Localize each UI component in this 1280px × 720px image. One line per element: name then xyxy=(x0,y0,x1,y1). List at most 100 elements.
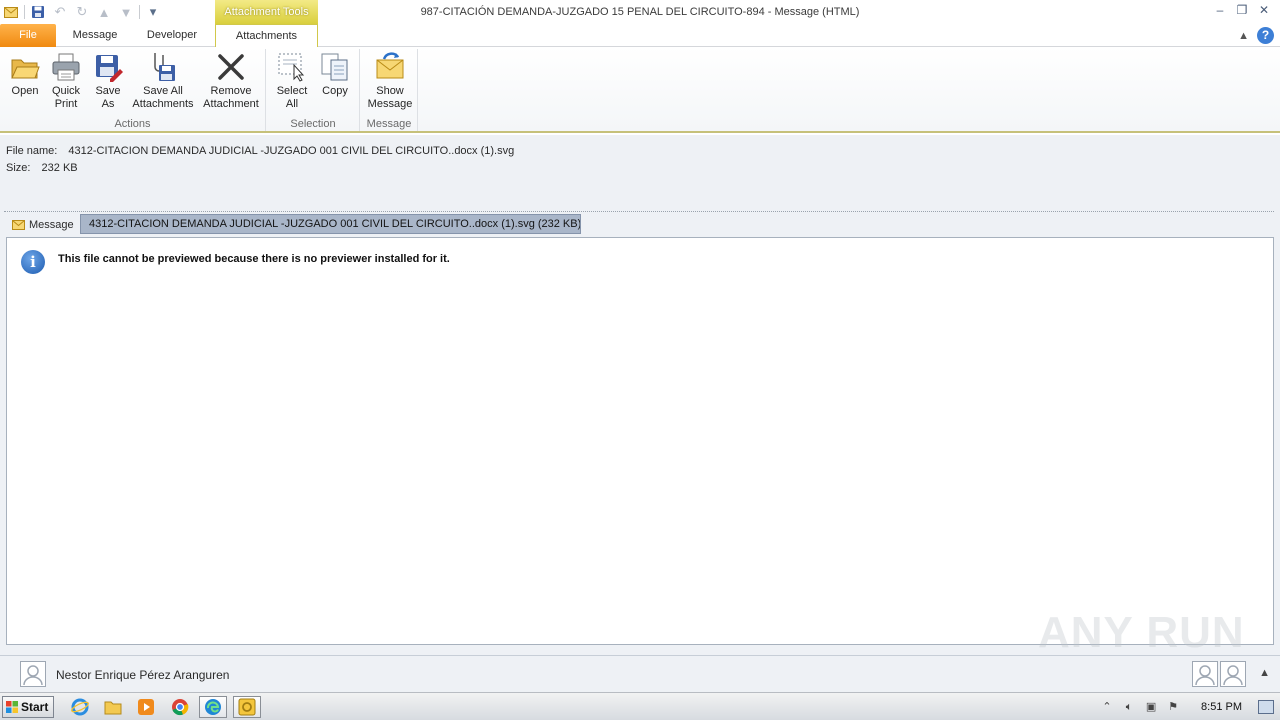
clock[interactable]: 8:51 PM xyxy=(1201,701,1242,713)
help-icon[interactable]: ? xyxy=(1257,27,1274,44)
message-group: Show Message Message xyxy=(361,49,418,131)
collapse-ribbon-icon[interactable]: ▲ xyxy=(1238,30,1249,42)
save-icon[interactable] xyxy=(29,3,47,21)
size-value: 232 KB xyxy=(41,162,78,174)
internet-explorer-taskbar-button[interactable] xyxy=(66,696,94,718)
customize-toolbar-icon[interactable]: ▾ xyxy=(144,3,162,21)
restore-icon[interactable]: ❐ xyxy=(1234,2,1250,18)
size-label: Size: xyxy=(6,162,31,174)
edge-icon xyxy=(205,699,221,715)
preview-message: This file cannot be previewed because th… xyxy=(58,253,450,265)
toolbar-separator xyxy=(139,5,140,19)
save-as-label: Save As xyxy=(95,85,121,110)
file-name-row: File name: 4312-CITACION DEMANDA JUDICIA… xyxy=(6,145,514,157)
actions-group-label: Actions xyxy=(114,118,151,130)
show-message-envelope-icon xyxy=(374,51,406,83)
open-label: Open xyxy=(11,85,39,97)
tab-message[interactable]: Message xyxy=(60,24,130,47)
message-envelope-icon xyxy=(12,219,25,230)
message-item[interactable]: Message xyxy=(12,216,74,233)
remove-attachment-label: Remove Attachment xyxy=(203,85,259,110)
system-tray: ⌃ 🔈︎ ▣ ⚑ 8:51 PM xyxy=(1099,693,1280,720)
windows-flag-icon xyxy=(6,701,18,713)
select-all-button[interactable]: Select All xyxy=(273,51,311,111)
file-explorer-taskbar-button[interactable] xyxy=(99,696,127,718)
show-hidden-icons-icon[interactable]: ⌃ xyxy=(1099,699,1115,715)
attachment-item-selected[interactable]: 4312-CITACION DEMANDA JUDICIAL -JUZGADO … xyxy=(80,214,581,234)
window-title: 987-CITACIÓN DEMANDA-JUZGADO 15 PENAL DE… xyxy=(420,6,860,18)
sender-name[interactable]: Nestor Enrique Pérez Aranguren xyxy=(56,668,229,682)
message-group-label: Message xyxy=(366,118,412,130)
attachment-strip: Message 4312-CITACION DEMANDA JUDICIAL -… xyxy=(0,213,1280,235)
media-player-icon xyxy=(138,699,154,715)
window-controls: – ❐ ✕ xyxy=(1212,2,1272,18)
previous-item-icon[interactable]: ▲ xyxy=(95,3,113,21)
preview-container: i This file cannot be previewed because … xyxy=(0,235,1280,655)
attachment-tools-context-label: Attachment Tools xyxy=(215,0,318,24)
show-message-label: Show Message xyxy=(367,85,413,110)
show-desktop-icon[interactable] xyxy=(1258,699,1274,714)
open-button[interactable]: Open xyxy=(6,51,44,98)
quick-access-toolbar: ↶ ↻ ▲ ▼ ▾ xyxy=(2,3,162,21)
edge-taskbar-button[interactable] xyxy=(199,696,227,718)
outlook-envelope-icon[interactable] xyxy=(2,3,20,21)
save-as-button[interactable]: Save As xyxy=(89,51,127,111)
volume-icon[interactable]: 🔈︎ xyxy=(1121,699,1137,715)
save-as-icon xyxy=(92,51,124,83)
network-icon[interactable]: ▣ xyxy=(1143,699,1159,715)
actions-group: Open Quick Print Save As Save All Attach… xyxy=(0,49,266,131)
info-icon: i xyxy=(21,250,45,274)
remove-attachment-button[interactable]: Remove Attachment xyxy=(199,51,263,111)
start-button[interactable]: Start xyxy=(2,696,54,718)
tab-attachments[interactable]: Attachments xyxy=(215,24,318,48)
save-all-label: Save All Attachments xyxy=(132,85,194,110)
open-folder-icon xyxy=(9,51,41,83)
folder-icon xyxy=(104,701,122,715)
save-all-attachments-icon xyxy=(147,51,179,83)
chrome-taskbar-button[interactable] xyxy=(166,696,194,718)
outlook-icon xyxy=(238,698,256,716)
ribbon-right-controls: ▲ ? xyxy=(1238,27,1274,44)
minimize-icon[interactable]: – xyxy=(1212,2,1228,18)
printer-icon xyxy=(50,51,82,83)
copy-button[interactable]: Copy xyxy=(316,51,354,98)
undo-icon[interactable]: ↶ xyxy=(51,3,69,21)
toolbar-separator xyxy=(24,5,25,19)
tab-file[interactable]: File xyxy=(0,24,56,47)
media-player-taskbar-button[interactable] xyxy=(132,696,160,718)
attachment-header: File name: 4312-CITACION DEMANDA JUDICIA… xyxy=(0,135,1280,213)
show-message-button[interactable]: Show Message xyxy=(365,51,415,111)
contact-avatar[interactable] xyxy=(1192,661,1218,687)
quick-print-button[interactable]: Quick Print xyxy=(47,51,85,111)
selection-group-label: Selection xyxy=(290,118,336,130)
attachment-item-label: 4312-CITACION DEMANDA JUDICIAL -JUZGADO … xyxy=(89,218,581,230)
save-all-attachments-button[interactable]: Save All Attachments xyxy=(130,51,196,111)
next-item-icon[interactable]: ▼ xyxy=(117,3,135,21)
preview-pane: i This file cannot be previewed because … xyxy=(6,237,1274,645)
action-center-flag-icon[interactable]: ⚑ xyxy=(1165,699,1181,715)
selection-group: Select All Copy Selection xyxy=(267,49,360,131)
file-name-value: 4312-CITACION DEMANDA JUDICIAL -JUZGADO … xyxy=(68,145,515,157)
outlook-taskbar-button[interactable] xyxy=(233,696,261,718)
anyrun-watermark: ANY RUN xyxy=(1038,608,1245,657)
internet-explorer-icon xyxy=(71,698,89,716)
copy-icon xyxy=(319,51,351,83)
chrome-icon xyxy=(172,699,189,716)
title-bar: ↶ ↻ ▲ ▼ ▾ Attachment Tools 987-CITACIÓN … xyxy=(0,0,1280,24)
remove-x-icon xyxy=(215,51,247,83)
select-all-label: Select All xyxy=(276,85,308,110)
quick-print-label: Quick Print xyxy=(51,85,81,110)
expand-people-pane-icon[interactable]: ▲ xyxy=(1259,667,1270,679)
close-icon[interactable]: ✕ xyxy=(1256,2,1272,18)
copy-label: Copy xyxy=(322,85,348,97)
file-name-label: File name: xyxy=(6,145,58,157)
tab-developer[interactable]: Developer xyxy=(136,24,208,47)
ribbon: Open Quick Print Save As Save All Attach… xyxy=(0,47,1280,133)
ribbon-tab-bar: File Message Developer Attachments ▲ ? xyxy=(0,24,1280,48)
contact-avatar[interactable] xyxy=(1220,661,1246,687)
redo-icon[interactable]: ↻ xyxy=(73,3,91,21)
people-pane: Nestor Enrique Pérez Aranguren ▲ xyxy=(0,655,1280,692)
start-label: Start xyxy=(21,700,49,714)
avatar[interactable] xyxy=(20,661,46,687)
taskbar: Start ⌃ 🔈︎ ▣ ⚑ 8:51 PM xyxy=(0,692,1280,720)
